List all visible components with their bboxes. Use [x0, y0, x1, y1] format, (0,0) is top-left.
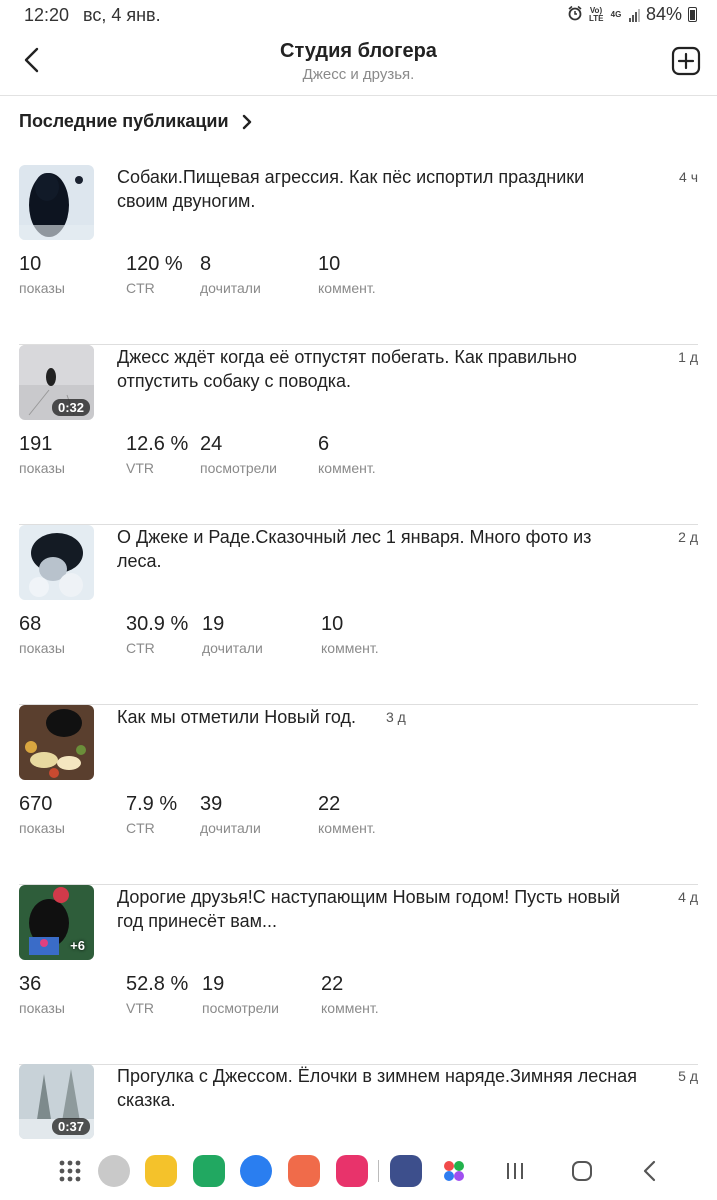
page-title: Студия блогера — [280, 40, 437, 62]
publication-date: 2 д — [678, 529, 698, 545]
publication-item[interactable]: Собаки.Пищевая агрессия. Как пёс испорти… — [19, 165, 698, 345]
signal-icon — [628, 8, 640, 22]
stat-comments: 22 коммент. — [321, 973, 379, 1016]
alarm-icon — [567, 5, 583, 24]
system-nav-bar — [0, 1140, 717, 1200]
notes-app-icon[interactable] — [145, 1155, 177, 1187]
section-title: Последние публикации — [19, 111, 229, 131]
status-right: Vo) LTE 4G 84% — [567, 4, 697, 25]
publication-date: 5 д — [678, 1068, 698, 1084]
stat-comments: 10 коммент. — [321, 613, 379, 656]
stat-comments: 6 коммент. — [318, 433, 376, 476]
status-bar: 12:20 вс, 4 янв. Vo) LTE 4G 84% — [0, 0, 717, 30]
stat-watched: 24 посмотрели — [200, 433, 277, 476]
app-header: Студия блогера Джесс и друзья. — [0, 30, 717, 96]
stat-watched: 19 посмотрели — [202, 973, 279, 1016]
back-icon — [643, 1160, 656, 1182]
publication-title: Собаки.Пищевая агрессия. Как пёс испорти… — [117, 167, 585, 211]
add-publication-button[interactable] — [671, 46, 701, 76]
stat-read: 39 дочитали — [200, 793, 261, 836]
stat-views: 10 показы — [19, 253, 65, 296]
home-button[interactable] — [567, 1156, 597, 1186]
plus-square-icon — [671, 46, 701, 76]
camera-app-icon[interactable] — [336, 1155, 368, 1187]
publication-thumbnail — [19, 525, 94, 600]
4g-icon: 4G — [610, 9, 622, 19]
system-back-button[interactable] — [635, 1156, 665, 1186]
stat-rate: 7.9 % CTR — [126, 793, 178, 836]
recents-icon — [507, 1163, 523, 1179]
publication-thumbnail: 0:32 — [19, 345, 94, 420]
publication-title: Прогулка с Джессом. Ёлочки в зимнем наря… — [117, 1066, 637, 1110]
chevron-right-icon — [242, 114, 251, 129]
stat-rate: 52.8 % VTR — [126, 973, 189, 1016]
dock-divider — [378, 1160, 379, 1182]
internet-app-icon[interactable] — [98, 1155, 130, 1187]
stat-read: 19 дочитали — [202, 613, 263, 656]
publication-thumbnail — [19, 705, 94, 780]
recent-apps-button[interactable] — [500, 1156, 530, 1186]
publication-item[interactable]: +6 Дорогие друзья!С наступающим Новым го… — [19, 885, 698, 1065]
publication-thumbnail: +6 — [19, 885, 94, 960]
battery-icon — [688, 7, 697, 22]
publication-title: Дорогие друзья!С наступающим Новым годом… — [117, 887, 621, 931]
stat-comments: 10 коммент. — [318, 253, 376, 296]
publication-date: 4 ч — [679, 169, 698, 185]
publication-item[interactable]: 0:32 Джесс ждёт когда её отпустят побега… — [19, 345, 698, 525]
home-icon — [572, 1161, 592, 1181]
publication-date: 1 д — [678, 349, 698, 365]
grid-icon — [59, 1160, 81, 1182]
phone-app-icon[interactable] — [193, 1155, 225, 1187]
page-subtitle: Джесс и друзья. — [302, 66, 415, 83]
galaxy-store-app-icon[interactable] — [438, 1155, 470, 1187]
publication-item[interactable]: 0:37 Прогулка с Джессом. Ёлочки в зимнем… — [19, 1064, 698, 1140]
publication-thumbnail — [19, 165, 94, 240]
stat-rate: 30.9 % CTR — [126, 613, 189, 656]
publication-thumbnail: 0:37 — [19, 1064, 94, 1139]
publication-title: Джесс ждёт когда её отпустят побегать. К… — [117, 347, 577, 391]
stat-views: 191 показы — [19, 433, 65, 476]
status-date: вс, 4 янв. — [83, 5, 161, 25]
status-time: 12:20 — [24, 5, 70, 25]
battery-percent: 84% — [645, 4, 682, 24]
publication-item[interactable]: Как мы отметили Новый год. 3 д 670 показы… — [19, 705, 698, 885]
recent-publications-link[interactable]: Последние публикации — [19, 111, 253, 132]
apps-grid-button[interactable] — [56, 1157, 84, 1185]
publication-date: 3 д — [386, 709, 406, 725]
stat-rate: 120 % CTR — [126, 253, 183, 296]
publication-date: 4 д — [678, 889, 698, 905]
video-duration: 0:37 — [51, 1118, 90, 1135]
messages-app-icon[interactable] — [240, 1155, 272, 1187]
publication-title: О Джеке и Раде.Сказочный лес 1 января. М… — [117, 527, 592, 571]
stat-comments: 22 коммент. — [318, 793, 376, 836]
stat-read: 8 дочитали — [200, 253, 261, 296]
stat-views: 670 показы — [19, 793, 65, 836]
publication-title: Как мы отметили Новый год. — [117, 707, 357, 727]
volte-icon: Vo) LTE — [588, 5, 604, 23]
settings-app-icon[interactable] — [390, 1155, 422, 1187]
publication-item[interactable]: О Джеке и Раде.Сказочный лес 1 января. М… — [19, 525, 698, 705]
stat-rate: 12.6 % VTR — [126, 433, 189, 476]
stat-views: 68 показы — [19, 613, 65, 656]
more-photos-count: +6 — [70, 938, 85, 953]
video-duration: 0:32 — [51, 399, 90, 416]
stat-views: 36 показы — [19, 973, 65, 1016]
contacts-app-icon[interactable] — [288, 1155, 320, 1187]
